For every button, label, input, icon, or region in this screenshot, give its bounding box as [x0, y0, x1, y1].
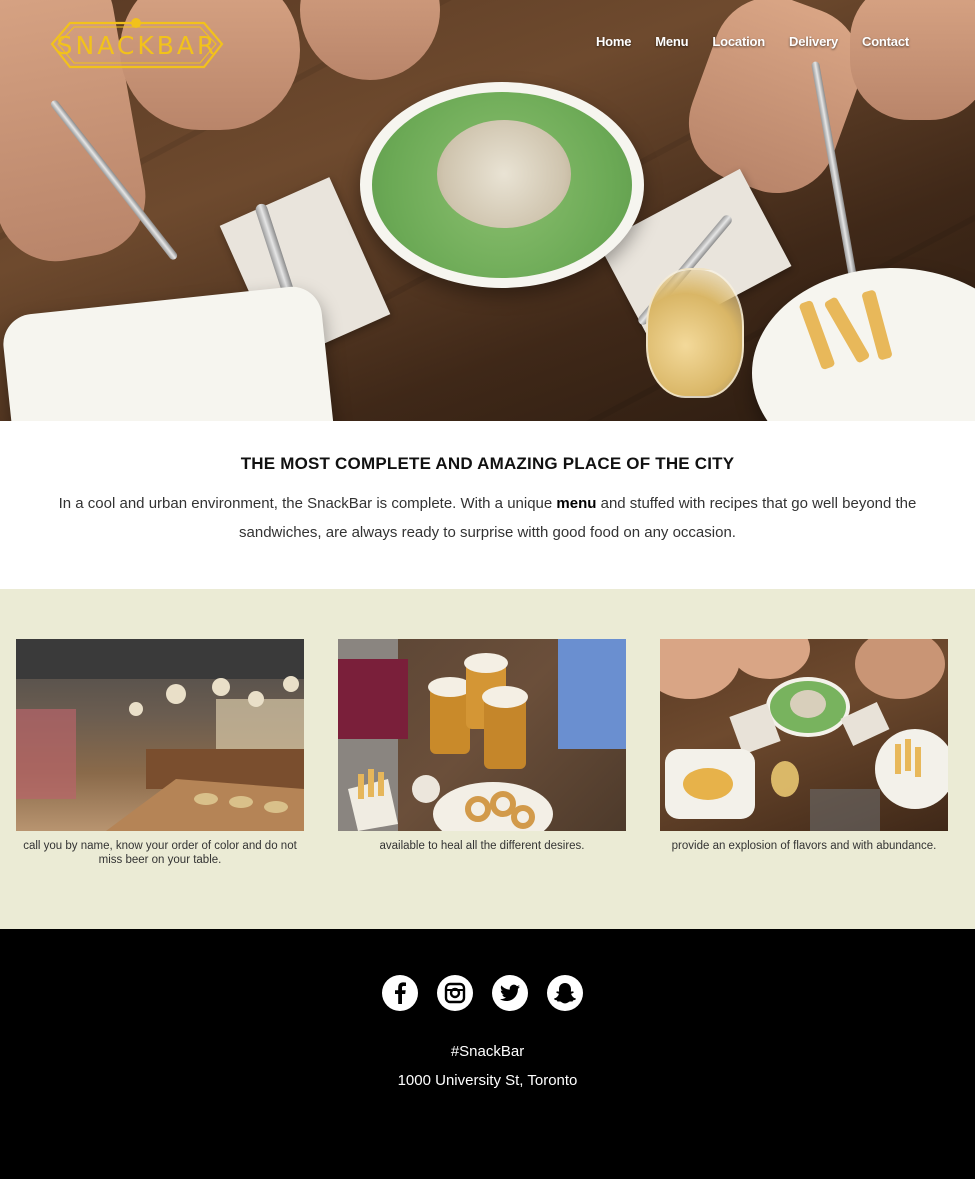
person-arm	[850, 0, 975, 120]
gallery-caption: provide an explosion of flavors and with…	[671, 840, 937, 852]
hashtag: #SnackBar	[450, 1043, 525, 1060]
person-arm	[672, 0, 878, 210]
gallery-card: provide an explosion of flavors and with…	[660, 639, 948, 853]
nav-location[interactable]: Location	[712, 34, 765, 49]
gallery-section: call you by name, know your order of col…	[0, 589, 975, 929]
gallery-caption: available to heal all the different desi…	[379, 840, 585, 852]
instagram-icon[interactable]	[437, 975, 473, 1011]
food-table-scene	[660, 639, 948, 831]
nav-contact[interactable]: Contact	[862, 34, 909, 49]
logo-text: SNACKBAR	[56, 31, 218, 60]
food-table-photo	[660, 639, 948, 831]
plate	[0, 283, 340, 421]
twitter-icon[interactable]	[492, 975, 528, 1011]
gallery-card: call you by name, know your order of col…	[16, 639, 304, 867]
menu-link[interactable]: menu	[556, 495, 596, 512]
intro-section: THE MOST COMPLETE AND AMAZING PLACE OF T…	[0, 421, 975, 589]
gallery-caption: call you by name, know your order of col…	[23, 840, 297, 866]
beer-scene	[338, 639, 626, 831]
snapchat-icon[interactable]	[547, 975, 583, 1011]
social-links	[382, 975, 583, 1011]
rice-dish	[437, 120, 571, 228]
nav-delivery[interactable]: Delivery	[789, 34, 838, 49]
nav-menu[interactable]: Menu	[655, 34, 688, 49]
gallery-card: available to heal all the different desi…	[338, 639, 626, 853]
nav-home[interactable]: Home	[596, 34, 632, 49]
facebook-icon[interactable]	[382, 975, 418, 1011]
intro-heading: THE MOST COMPLETE AND AMAZING PLACE OF T…	[240, 454, 735, 473]
intro-text-before: In a cool and urban environment, the Sna…	[58, 495, 557, 512]
main-nav: Home Menu Location Delivery Contact	[572, 34, 909, 49]
restaurant-scene	[16, 639, 304, 831]
address: 1000 University St, Toronto	[397, 1072, 578, 1089]
footer: #SnackBar 1000 University St, Toronto	[0, 929, 975, 1179]
intro-text: In a cool and urban environment, the Sna…	[40, 489, 935, 547]
snackbar-logo[interactable]: SNACKBAR	[50, 17, 224, 71]
wine-glass	[646, 268, 744, 398]
restaurant-interior-photo	[16, 639, 304, 831]
beer-toast-photo	[338, 639, 626, 831]
